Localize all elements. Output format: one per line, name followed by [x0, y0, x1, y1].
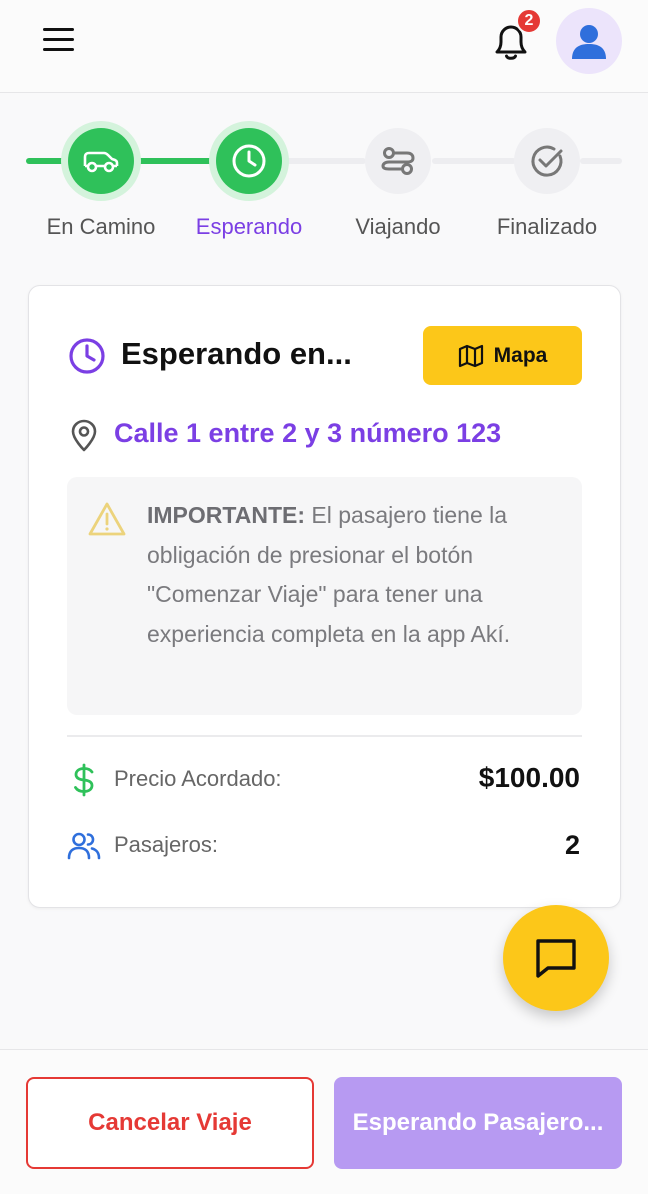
price-label: Precio Acordado: [114, 766, 282, 791]
step-connector [580, 158, 622, 164]
step-finalizado [514, 128, 580, 194]
hamburger-icon [43, 28, 74, 31]
trip-status-card: Esperando en... Mapa Calle 1 entre 2 y 3… [28, 285, 621, 908]
clock-icon [69, 338, 105, 374]
map-button-label: Mapa [493, 343, 548, 367]
cancel-trip-button[interactable]: Cancelar Viaje [26, 1077, 314, 1169]
step-connector [134, 158, 218, 164]
passengers-value: 2 [564, 830, 580, 860]
car-icon [83, 151, 119, 173]
avatar[interactable] [556, 8, 622, 74]
clock-icon [232, 144, 266, 178]
notice-bold-label: IMPORTANTE: [147, 502, 306, 528]
step-label-esperando: Esperando [195, 214, 303, 239]
step-label-viajando: Viajando [355, 214, 441, 239]
waiting-passenger-button: Esperando Pasajero... [334, 1077, 622, 1169]
warning-icon [88, 502, 126, 536]
top-app-bar: 2 [0, 0, 648, 93]
bottom-action-bar: Cancelar Viaje Esperando Pasajero... [0, 1049, 648, 1194]
step-connector [282, 158, 366, 164]
location-pin-icon [71, 419, 97, 452]
passengers-label: Pasajeros: [114, 832, 218, 857]
step-en-camino [68, 128, 134, 194]
card-title: Esperando en... [121, 336, 352, 371]
user-icon [572, 25, 606, 59]
divider [67, 735, 582, 737]
pickup-address: Calle 1 entre 2 y 3 número 123 [114, 418, 502, 448]
dollar-icon [74, 763, 94, 797]
notice-text: IMPORTANTE: El pasajero tiene la obligac… [147, 496, 567, 654]
chat-bubble-icon [536, 939, 576, 978]
map-button[interactable]: Mapa [423, 326, 582, 385]
users-icon [67, 832, 101, 860]
price-value: $100.00 [478, 762, 580, 793]
chat-button[interactable] [503, 905, 609, 1011]
notification-count-badge: 2 [516, 8, 542, 34]
menu-button[interactable] [40, 24, 80, 56]
step-label-finalizado: Finalizado [496, 214, 598, 239]
route-icon [381, 147, 415, 175]
step-connector [26, 158, 74, 164]
check-circle-icon [531, 145, 563, 177]
step-connector [432, 158, 516, 164]
trip-progress-stepper: En Camino Esperando Viajando Finalizado [0, 93, 648, 263]
map-icon [458, 344, 483, 367]
step-viajando [365, 128, 431, 194]
step-label-en-camino: En Camino [46, 214, 156, 239]
important-notice: IMPORTANTE: El pasajero tiene la obligac… [67, 477, 582, 715]
step-esperando [216, 128, 282, 194]
